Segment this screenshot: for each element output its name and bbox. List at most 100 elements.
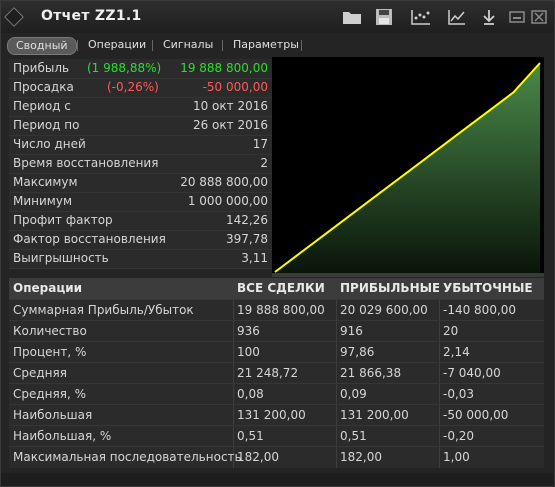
tab-separator: [301, 40, 302, 51]
table-cell: 100: [237, 345, 260, 359]
table-row: Средняя 21 248,72 21 866,38 -7 040,00: [9, 362, 544, 384]
tab-separator: [222, 40, 223, 51]
line-chart-icon[interactable]: [446, 7, 468, 27]
table-row: Средняя, % 0,08 0,09 -0,03: [9, 383, 544, 405]
table-cell: 0,51: [340, 429, 367, 443]
table-cell: 20 029 600,00: [340, 303, 428, 317]
summary-value: 3,11: [241, 251, 268, 265]
report-window: Отчет ZZ1.1 Сводный Операции Сигналы Пар…: [0, 0, 555, 487]
summary-row-profit: Прибыль (1 988,88%) 19 888 800,00: [9, 59, 272, 79]
table-row: Максимальная последовательность 182,00 1…: [9, 446, 544, 468]
summary-value: 1 000 000,00: [187, 194, 268, 208]
table-cell: 1,00: [443, 450, 470, 464]
table-cell: 131 200,00: [237, 408, 306, 422]
tab-bar: Сводный Операции Сигналы Параметры: [1, 35, 554, 55]
folder-icon[interactable]: [341, 7, 363, 27]
column-header: Операции: [13, 281, 83, 295]
tab-separator: [152, 40, 153, 51]
summary-row: Выигрышность 3,11: [9, 249, 272, 269]
column-header: УБЫТОЧНЫЕ: [443, 281, 533, 295]
drawdown-value: -50 000,00: [202, 80, 268, 94]
table-row: Количество 936 916 20: [9, 320, 544, 342]
table-cell: 131 200,00: [340, 408, 409, 422]
table-cell: 0,08: [237, 387, 264, 401]
title-bar[interactable]: Отчет ZZ1.1: [1, 1, 554, 33]
table-cell: Средняя, %: [13, 387, 86, 401]
summary-label: Профит фактор: [13, 213, 113, 227]
table-cell: Наибольшая: [13, 408, 93, 422]
window-menu-icon[interactable]: [4, 7, 24, 27]
summary-value: 26 окт 2016: [192, 118, 268, 132]
minimize-icon[interactable]: [506, 7, 528, 27]
table-cell: Средняя: [13, 366, 67, 380]
summary-label: Время восстановления: [13, 156, 159, 170]
table-cell: -0,20: [443, 429, 475, 443]
table-cell: 182,00: [340, 450, 382, 464]
summary-row: Число дней 17: [9, 135, 272, 155]
summary-panel: Прибыль (1 988,88%) 19 888 800,00 Просад…: [9, 59, 272, 269]
drawdown-label: Просадка: [13, 80, 74, 94]
table-row: Процент, % 100 97,86 2,14: [9, 341, 544, 363]
table-cell: 916: [340, 324, 363, 338]
table-cell: 97,86: [340, 345, 375, 359]
download-icon[interactable]: [478, 7, 500, 27]
table-cell: 21 248,72: [237, 366, 299, 380]
summary-row: Минимум 1 000 000,00: [9, 192, 272, 212]
column-header: ВСЕ СДЕЛКИ: [237, 281, 325, 295]
table-cell: -50 000,00: [443, 408, 509, 422]
close-icon[interactable]: [528, 7, 550, 27]
tab-summary[interactable]: Сводный: [7, 37, 77, 55]
table-cell: Процент, %: [13, 345, 87, 359]
summary-label: Выигрышность: [13, 251, 109, 265]
table-cell: 2,14: [443, 345, 470, 359]
table-cell: Суммарная Прибыль/Убыток: [13, 303, 194, 317]
tab-separator: [77, 40, 78, 51]
equity-chart[interactable]: [272, 57, 544, 274]
table-cell: 0,51: [237, 429, 264, 443]
summary-row: Максимум 20 888 800,00: [9, 173, 272, 193]
table-cell: -0,03: [443, 387, 475, 401]
profit-percent: (1 988,88%): [87, 61, 162, 75]
table-cell: 936: [237, 324, 260, 338]
splitter-handle[interactable]: [272, 273, 544, 277]
save-icon[interactable]: [373, 7, 395, 27]
summary-row: Фактор восстановления 397,78: [9, 230, 272, 250]
table-cell: 0,09: [340, 387, 367, 401]
table-cell: -7 040,00: [443, 366, 501, 380]
equity-chart-svg: [274, 62, 541, 274]
table-cell: Максимальная последовательность: [13, 450, 242, 464]
window-title: Отчет ZZ1.1: [41, 8, 142, 24]
summary-row-drawdown: Просадка (-0,26%) -50 000,00: [9, 78, 272, 98]
summary-value: 142,26: [226, 213, 268, 227]
table-cell: 20: [443, 324, 459, 338]
status-bar: [1, 473, 554, 486]
summary-value: 10 окт 2016: [192, 99, 268, 113]
summary-label: Максимум: [13, 175, 78, 189]
stats-table: Операции ВСЕ СДЕЛКИ ПРИБЫЛЬНЫЕ УБЫТОЧНЫЕ…: [9, 278, 544, 468]
table-row: Наибольшая, % 0,51 0,51 -0,20: [9, 425, 544, 447]
summary-label: Период по: [13, 118, 80, 132]
table-cell: -140 800,00: [443, 303, 517, 317]
table-row: Суммарная Прибыль/Убыток 19 888 800,00 2…: [9, 299, 544, 321]
summary-row: Профит фактор 142,26: [9, 211, 272, 231]
summary-value: 20 888 800,00: [180, 175, 268, 189]
table-cell: Наибольшая, %: [13, 429, 112, 443]
summary-label: Период с: [13, 99, 71, 113]
stats-table-header: Операции ВСЕ СДЕЛКИ ПРИБЫЛЬНЫЕ УБЫТОЧНЫЕ: [9, 278, 544, 299]
table-cell: Количество: [13, 324, 87, 338]
table-cell: 182,00: [237, 450, 279, 464]
summary-label: Минимум: [13, 194, 73, 208]
summary-row: Период с 10 окт 2016: [9, 97, 272, 117]
profit-label: Прибыль: [13, 61, 70, 75]
summary-row: Время восстановления 2: [9, 154, 272, 174]
summary-label: Фактор восстановления: [13, 232, 166, 246]
tab-operations[interactable]: Операции: [80, 37, 154, 53]
tab-signals[interactable]: Сигналы: [155, 37, 221, 53]
summary-value: 397,78: [226, 232, 268, 246]
tab-parameters[interactable]: Параметры: [225, 37, 307, 53]
chart-settings-icon[interactable]: [410, 7, 432, 27]
drawdown-percent: (-0,26%): [107, 80, 159, 94]
column-header: ПРИБЫЛЬНЫЕ: [340, 281, 441, 295]
summary-label: Число дней: [13, 137, 86, 151]
summary-value: 17: [252, 137, 268, 151]
